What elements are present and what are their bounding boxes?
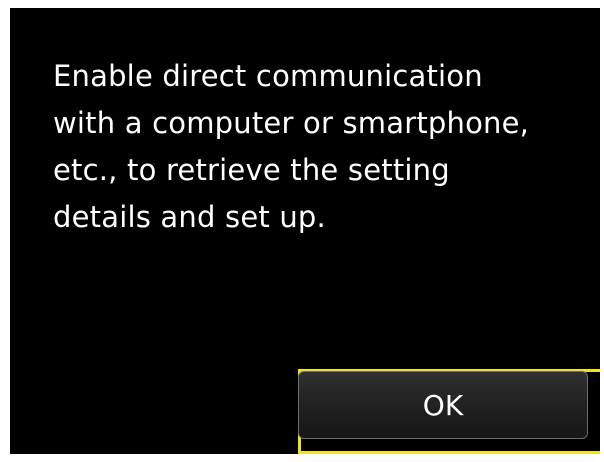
dialog-message: Enable direct communication with a compu… — [53, 59, 530, 234]
ok-button[interactable]: OK — [298, 371, 588, 439]
